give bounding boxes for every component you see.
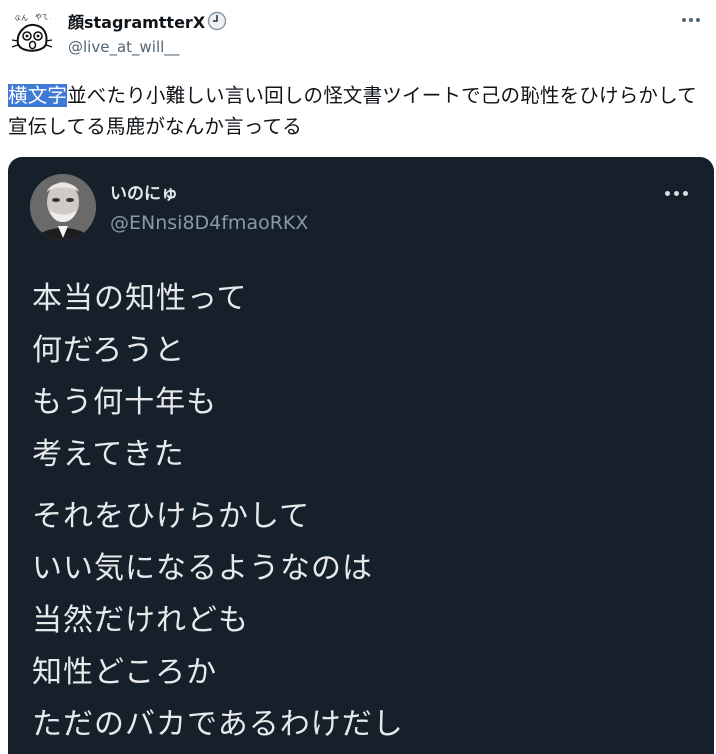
stanza: それをひけらかして いい気になるようなのは 当然だけれども 知性どころか ただの… xyxy=(32,491,404,751)
stanza: 本当の知性って 何だろうと もう何十年も 考えてきた xyxy=(32,273,404,481)
quoted-post-card[interactable]: いのにゅ @ENnsi8D4fmaoRKX 本当の知性って 何だろうと もう何十… xyxy=(8,157,714,754)
display-name[interactable]: 顔stagramtterX xyxy=(68,9,205,33)
post-author: 顔stagramtterX @live_at_will__ xyxy=(68,10,227,56)
svg-text:なん: なん xyxy=(14,14,28,22)
tweet-text-body: 並べたり小難しい言い回しの怪文書ツイートで己の恥性をひけらかして宣伝してる馬鹿が… xyxy=(8,84,697,138)
text-line: 考えてきた xyxy=(32,437,185,472)
more-options-icon[interactable] xyxy=(678,8,704,32)
post-header: なん やて! 顔stagramtterX @live_at_will__ xyxy=(0,0,716,70)
quoted-display-name[interactable]: いのにゅ xyxy=(110,179,308,204)
doodle-face-avatar-icon[interactable]: なん やて! xyxy=(8,10,56,58)
text-line: 当然だけれども xyxy=(32,603,249,638)
quoted-post-body: 本当の知性って 何だろうと もう何十年も 考えてきた それをひけらかして いい気… xyxy=(32,273,404,754)
more-options-icon[interactable] xyxy=(662,185,690,201)
selected-text-highlight: 横文字 xyxy=(8,84,68,107)
clock-icon xyxy=(207,11,227,31)
text-line: もう何十年も xyxy=(32,385,218,420)
text-line: いい気になるようなのは xyxy=(32,551,373,586)
svg-text:やて!: やて! xyxy=(35,13,52,21)
text-line: 本当の知性って xyxy=(32,281,248,316)
bearded-man-avatar-icon[interactable] xyxy=(30,174,96,240)
quoted-handle[interactable]: @ENnsi8D4fmaoRKX xyxy=(110,212,308,234)
text-line: それをひけらかして xyxy=(32,499,311,534)
quoted-post-author: いのにゅ @ENnsi8D4fmaoRKX xyxy=(110,179,308,234)
tweet-text: 横文字並べたり小難しい言い回しの怪文書ツイートで己の恥性をひけらかして宣伝してる… xyxy=(8,80,710,142)
text-line: 知性どころか xyxy=(32,655,218,690)
display-name-row: 顔stagramtterX xyxy=(68,10,227,32)
text-line: 何だろうと xyxy=(32,333,186,368)
text-line: ただのバカであるわけだし xyxy=(32,707,404,742)
handle[interactable]: @live_at_will__ xyxy=(68,38,227,56)
